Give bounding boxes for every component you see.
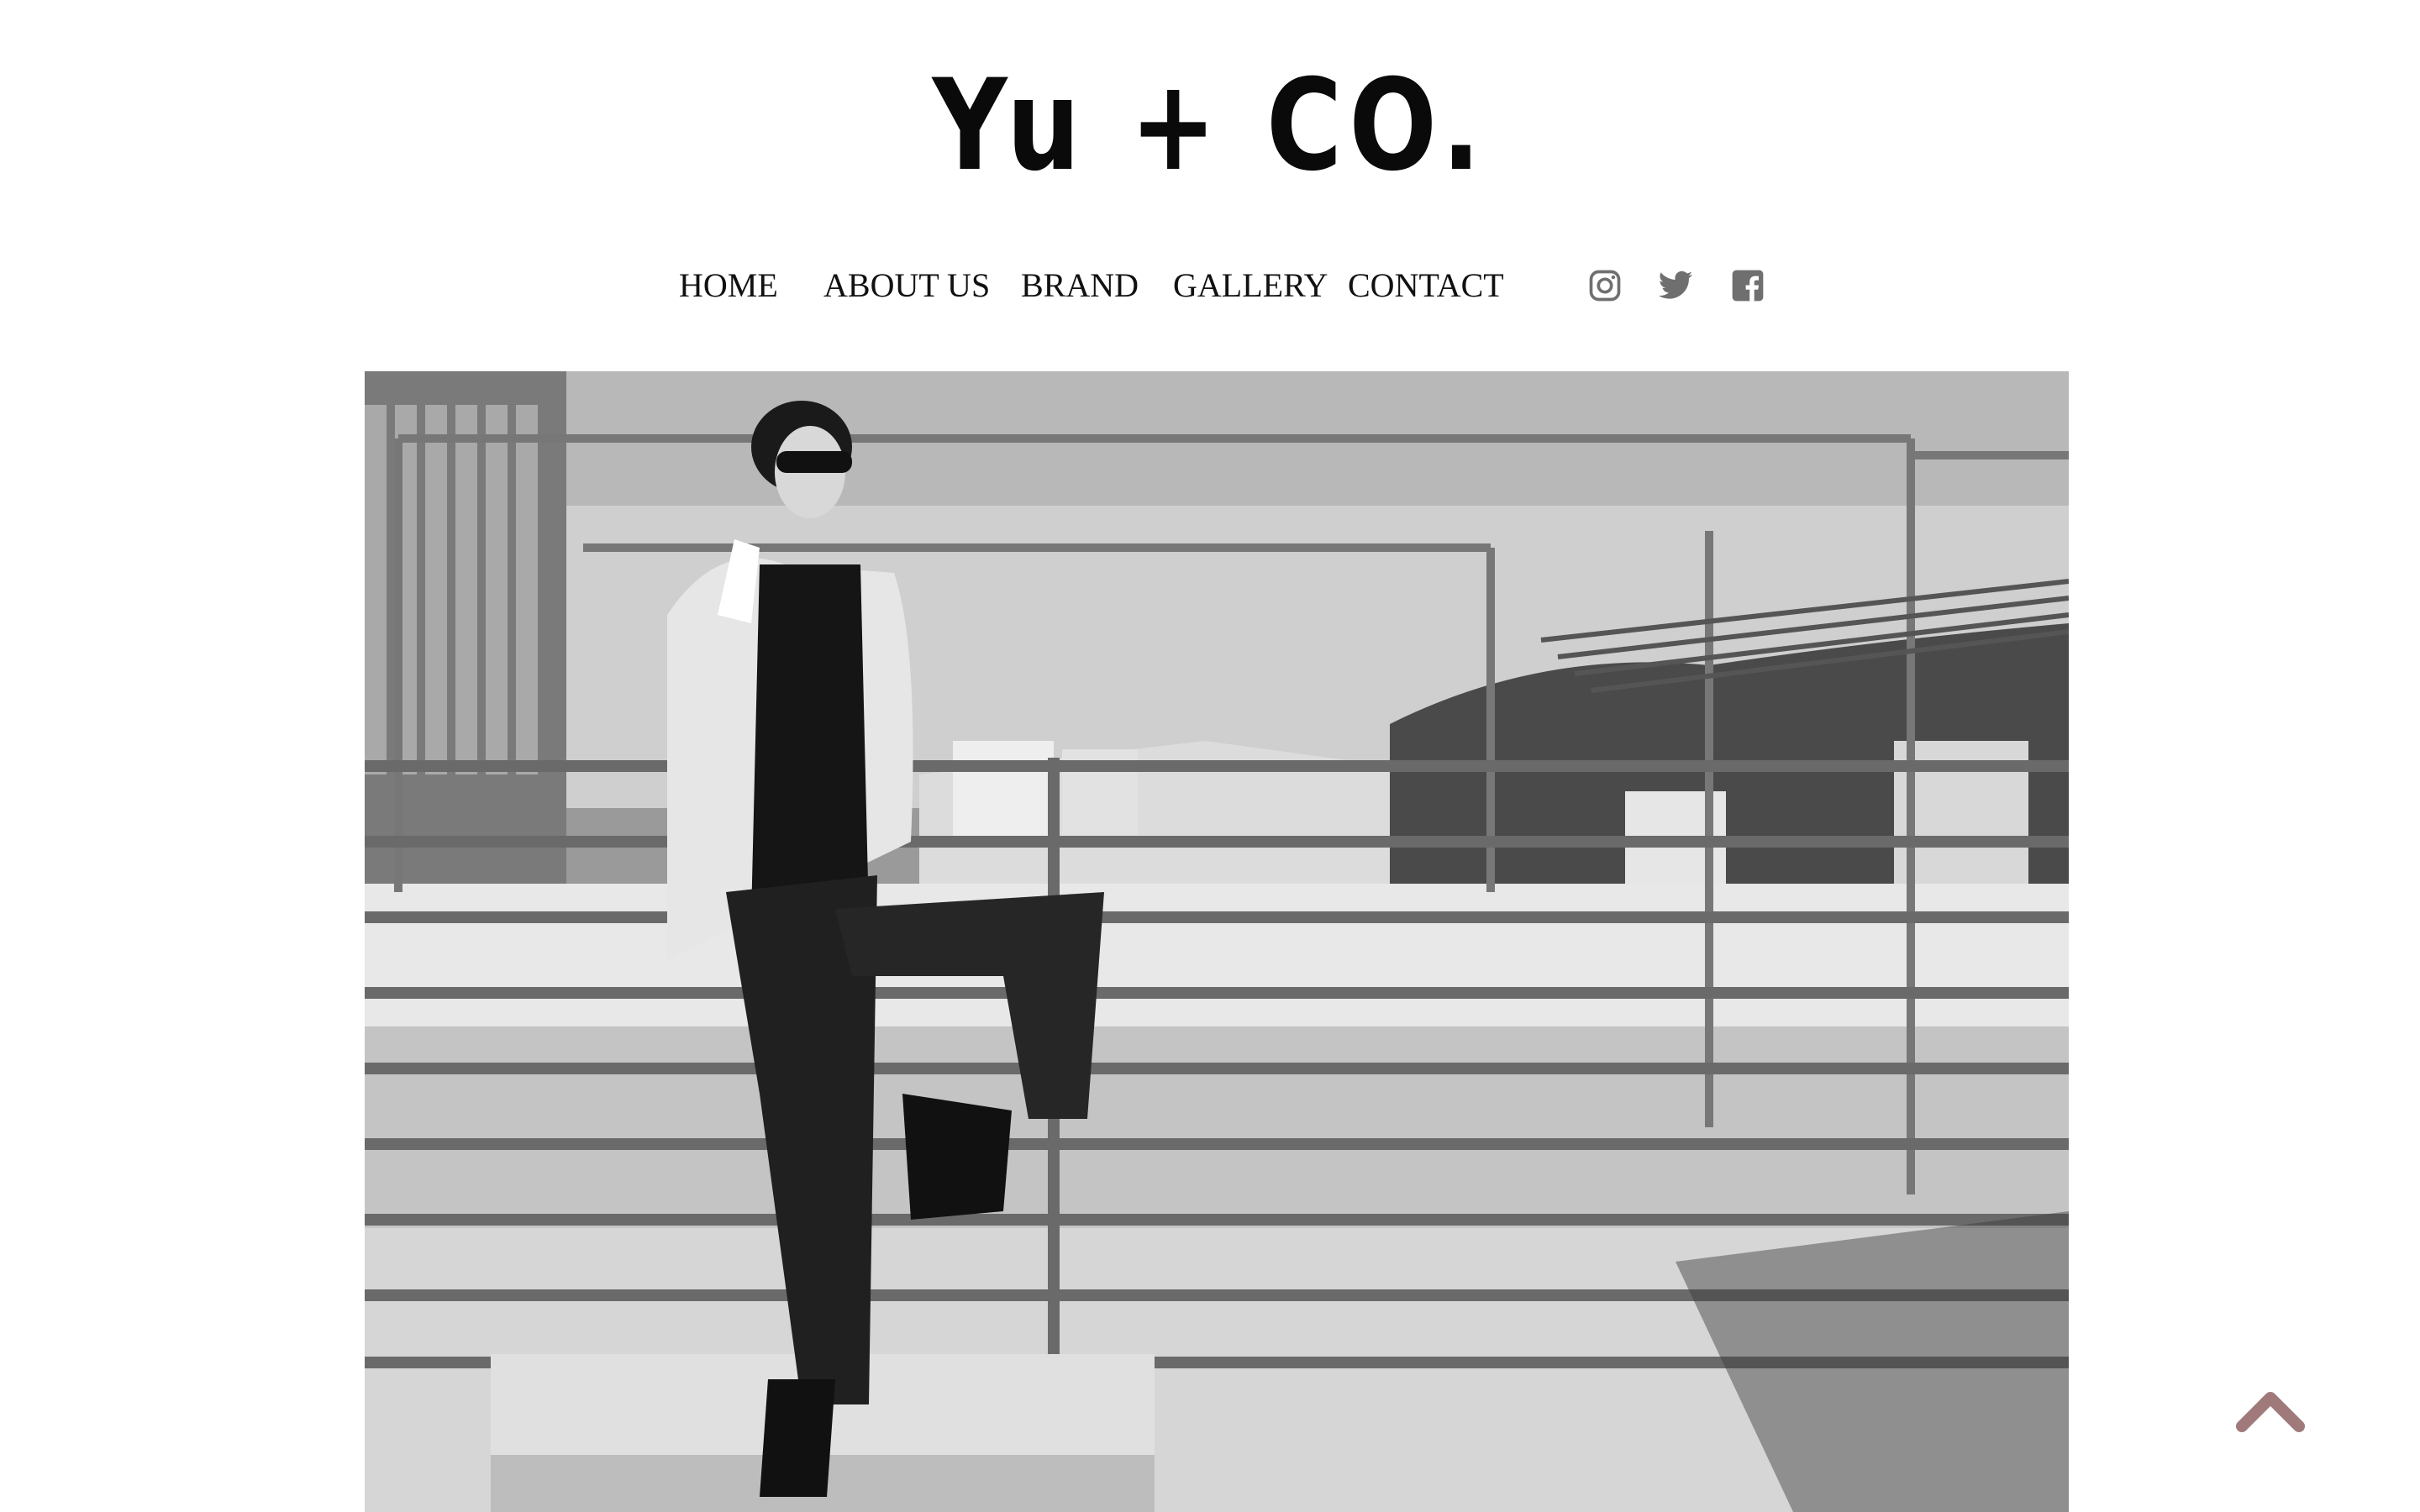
nav-gallery[interactable]: GALLERY	[1173, 260, 1328, 311]
instagram-link[interactable]	[1586, 267, 1623, 304]
instagram-icon	[1589, 270, 1621, 302]
chevron-up-icon	[2236, 1392, 2305, 1432]
nav-contact[interactable]: CONTACT	[1348, 260, 1504, 311]
facebook-icon	[1732, 270, 1764, 302]
facebook-link[interactable]	[1729, 267, 1766, 304]
nav-about-us[interactable]: ABOUT US	[823, 260, 990, 311]
twitter-link[interactable]	[1657, 267, 1694, 304]
hero-photo	[365, 371, 2069, 1512]
nav-brand[interactable]: BRAND	[1021, 260, 1139, 311]
main-nav: HOME ABOUT US BRAND GALLERY CONTACT	[0, 260, 2420, 311]
site-logo[interactable]: Yu + CO.	[218, 50, 2202, 202]
twitter-icon	[1658, 270, 1693, 299]
scroll-to-top-button[interactable]	[2235, 1384, 2306, 1435]
page: Yu + CO. HOME ABOUT US BRAND GALLERY CON…	[0, 0, 2420, 1512]
hero-image	[365, 371, 2069, 1512]
nav-home[interactable]: HOME	[679, 260, 778, 311]
